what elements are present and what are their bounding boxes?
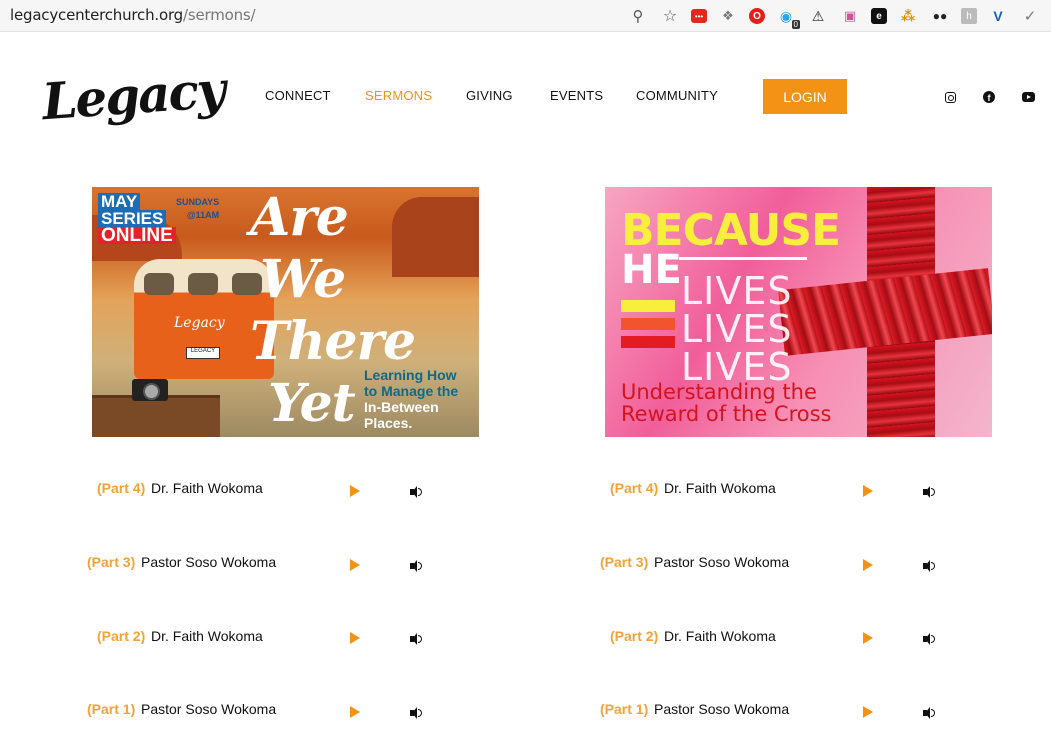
color-bar-orange (621, 318, 675, 330)
address-bar[interactable]: legacycenterchurch.org/sermons/ (10, 6, 256, 24)
youtube-icon[interactable] (1021, 90, 1035, 104)
subtitle-line: Learning How (364, 367, 457, 383)
nav-giving[interactable]: GIVING (466, 88, 513, 103)
series-title-line-2: HE (621, 247, 682, 293)
url-path: /sermons/ (183, 6, 256, 24)
color-bar-yellow (621, 300, 675, 312)
volume-icon[interactable] (923, 633, 937, 645)
van-plate: LEGACY (186, 347, 220, 359)
badge-line-1: MAY (98, 193, 141, 210)
subtitle-line: Understanding the (621, 380, 817, 404)
dropbox-icon[interactable]: ❖ (717, 6, 739, 26)
sermon-speaker: Dr. Faith Wokoma (664, 628, 776, 644)
camera-illustration (132, 379, 168, 401)
cross-illustration (778, 268, 992, 356)
volume-icon[interactable] (410, 560, 424, 572)
title-word: There (250, 311, 416, 372)
ghostery-icon[interactable]: ◉ 0 (775, 6, 800, 29)
sermon-part: (Part 4) (97, 480, 146, 496)
play-icon[interactable] (863, 485, 873, 497)
sermon-part: (Part 1) (87, 701, 136, 717)
play-icon[interactable] (863, 559, 873, 571)
volume-icon[interactable] (410, 486, 424, 498)
subtitle-line: Places. (364, 415, 413, 431)
nav-connect[interactable]: CONNECT (265, 88, 331, 103)
black-extension-icon[interactable]: e (871, 8, 887, 24)
orange-extension-icon[interactable]: ⁂ (897, 6, 919, 26)
subtitle-line: In-Between (364, 399, 439, 415)
series-subtitle: Learning How to Manage the In-Between Pl… (364, 367, 458, 431)
play-icon[interactable] (863, 706, 873, 718)
sermon-speaker: Dr. Faith Wokoma (151, 628, 263, 644)
browser-extension-icons: ⚲ ☆ ••• ❖ O ◉ 0 ⚠ ▣ e ⁂ ●● h V ✓ (627, 5, 1041, 29)
title-word: Are (250, 187, 349, 248)
sermon-speaker: Pastor Soso Wokoma (654, 554, 790, 570)
mask-icon[interactable]: ●● (929, 6, 951, 26)
facebook-icon[interactable]: f (982, 90, 996, 104)
volume-icon[interactable] (923, 486, 937, 498)
vimeo-icon[interactable]: V (987, 6, 1009, 26)
nav-community[interactable]: COMMUNITY (636, 88, 718, 103)
check-icon[interactable]: ✓ (1019, 6, 1041, 26)
sermon-part: (Part 2) (97, 628, 146, 644)
title-word: We (260, 249, 346, 310)
play-icon[interactable] (350, 559, 360, 571)
series-badge: MAY SERIES ONLINE (98, 193, 176, 245)
nav-sermons[interactable]: SERMONS (365, 88, 432, 103)
opera-icon[interactable]: O (749, 8, 765, 24)
zoom-icon[interactable]: ⚲ (627, 6, 649, 26)
volume-icon[interactable] (923, 707, 937, 719)
divider (679, 257, 807, 260)
grey-extension-icon[interactable]: h (961, 8, 977, 24)
play-icon[interactable] (863, 632, 873, 644)
sermon-part: (Part 2) (610, 628, 659, 644)
login-button[interactable]: LOGIN (763, 79, 847, 114)
sermon-part: (Part 1) (600, 701, 649, 717)
color-bar-red (621, 336, 675, 348)
volume-icon[interactable] (923, 560, 937, 572)
sermon-speaker: Dr. Faith Wokoma (664, 480, 776, 496)
van-window (144, 273, 174, 295)
sermon-speaker: Dr. Faith Wokoma (151, 480, 263, 496)
van-logo: Legacy (174, 315, 225, 331)
play-icon[interactable] (350, 632, 360, 644)
volume-icon[interactable] (410, 633, 424, 645)
volume-icon[interactable] (410, 707, 424, 719)
badge-line-3: ONLINE (98, 226, 176, 245)
series-subtitle: Understanding the Reward of the Cross (621, 381, 832, 425)
sermon-speaker: Pastor Soso Wokoma (141, 554, 277, 570)
browser-toolbar: legacycenterchurch.org/sermons/ ⚲ ☆ ••• … (0, 0, 1051, 32)
bookmark-star-icon[interactable]: ☆ (659, 6, 681, 26)
van-window (188, 273, 218, 295)
play-icon[interactable] (350, 706, 360, 718)
instagram-icon[interactable] (943, 90, 957, 104)
suitcase-illustration (92, 395, 220, 437)
series-image-because-he-lives[interactable]: BECAUSE HE LIVES LIVES LIVES Understandi… (605, 187, 992, 437)
sermon-speaker: Pastor Soso Wokoma (141, 701, 277, 717)
schedule-text: SUNDAYS @11AM (176, 196, 219, 222)
sermon-part: (Part 3) (87, 554, 136, 570)
subtitle-line: Reward of the Cross (621, 402, 832, 426)
schedule-line-2: @11AM (186, 210, 220, 220)
schedule-line-1: SUNDAYS (176, 197, 220, 207)
site-logo[interactable]: Legacy (40, 54, 226, 139)
sermon-speaker: Pastor Soso Wokoma (654, 701, 790, 717)
url-domain: legacycenterchurch.org (10, 6, 183, 24)
sheet-icon[interactable]: ▣ (839, 6, 861, 26)
red-extension-icon[interactable]: ••• (691, 9, 707, 23)
ghostery-badge: 0 (791, 20, 800, 29)
warning-icon[interactable]: ⚠ (807, 6, 829, 26)
sermon-part: (Part 4) (610, 480, 659, 496)
series-image-are-we-there-yet[interactable]: Legacy LEGACY MAY SERIES ONLINE SUNDAYS … (92, 187, 479, 437)
sermon-part: (Part 3) (600, 554, 649, 570)
subtitle-line: to Manage the (364, 383, 459, 399)
nav-events[interactable]: EVENTS (550, 88, 603, 103)
play-icon[interactable] (350, 485, 360, 497)
logo-text: Legacy (40, 59, 226, 132)
